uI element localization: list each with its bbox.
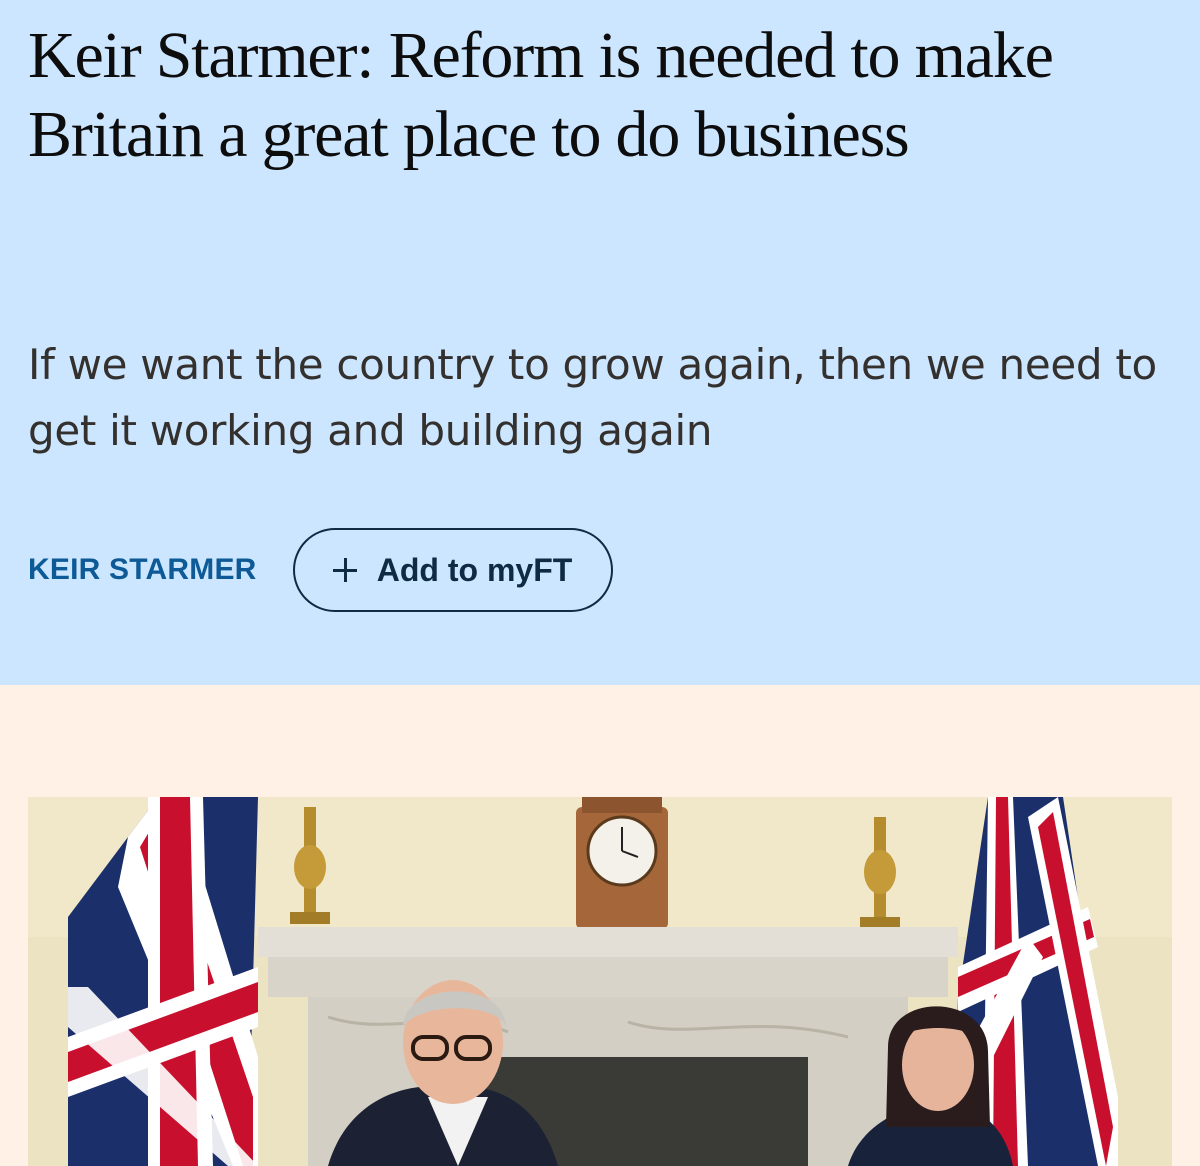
article-headline: Keir Starmer: Reform is needed to make B…: [28, 19, 1054, 171]
hero-image: [28, 797, 1172, 1166]
article-header: Keir Starmer: Reform is needed to make B…: [0, 0, 1200, 685]
article-standfirst: If we want the country to grow again, th…: [28, 340, 1157, 455]
add-to-myft-label: Add to myFT: [376, 551, 573, 588]
mantel-clock: [576, 797, 668, 929]
byline: KEIR STARMER Add to myFT: [28, 528, 613, 612]
add-to-myft-button[interactable]: Add to myFT: [292, 528, 613, 612]
plus-icon: [332, 558, 357, 582]
author-link[interactable]: KEIR STARMER: [28, 553, 257, 587]
